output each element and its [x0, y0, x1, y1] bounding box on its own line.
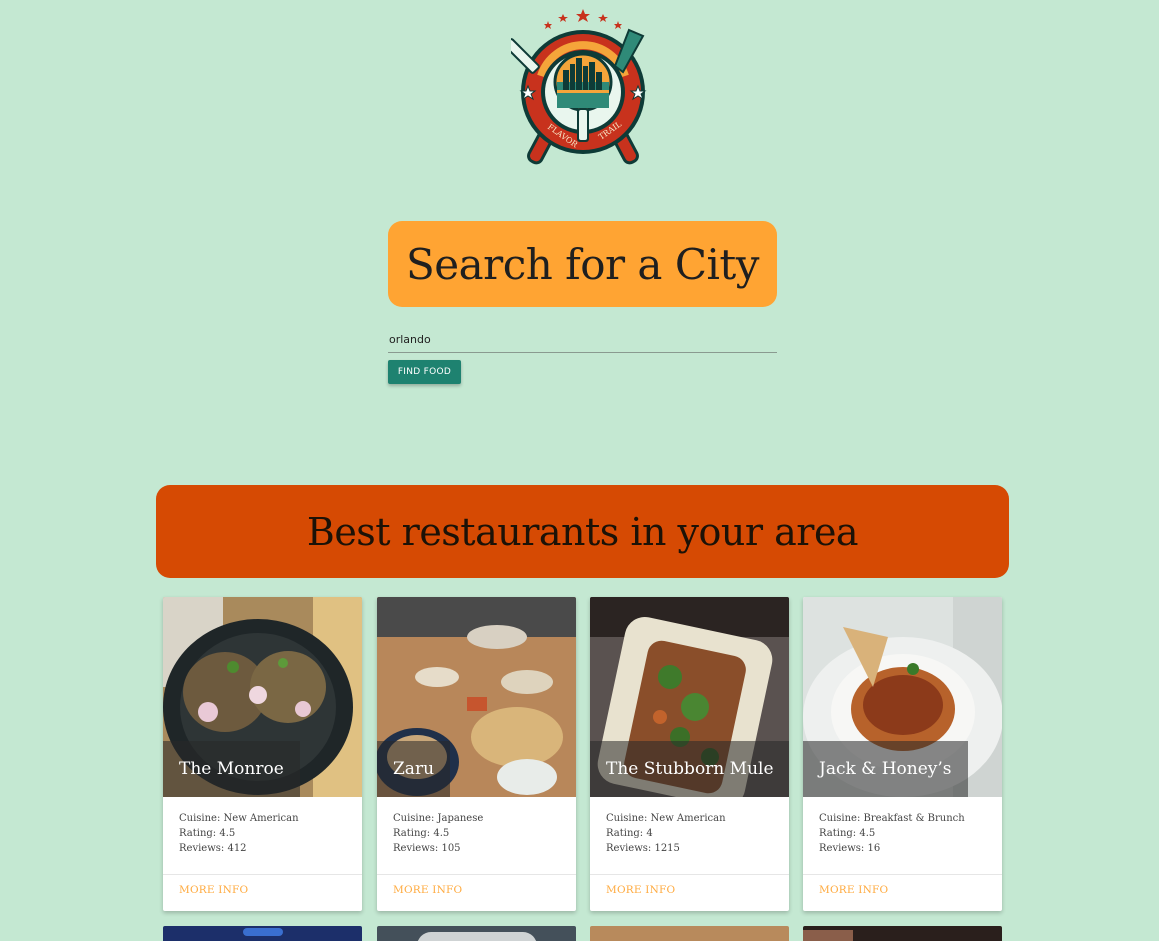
- more-info-link[interactable]: MORE INFO: [393, 884, 462, 896]
- restaurant-cuisine: Cuisine: Breakfast & Brunch: [819, 813, 965, 824]
- restaurant-details: Cuisine: New American Rating: 4 Reviews:…: [606, 811, 726, 856]
- restaurant-rating: Rating: 4.5: [179, 828, 236, 839]
- restaurant-rating: Rating: 4: [606, 828, 653, 839]
- restaurant-details: Cuisine: New American Rating: 4.5 Review…: [179, 811, 299, 856]
- restaurant-card-peek: [590, 926, 789, 941]
- flavor-trail-logo: FLAVOR TRAIL: [504, 6, 655, 182]
- restaurant-rating: Rating: 4.5: [819, 828, 876, 839]
- restaurant-details: Cuisine: Breakfast & Brunch Rating: 4.5 …: [819, 811, 965, 856]
- restaurant-card: The Monroe Cuisine: New American Rating:…: [163, 597, 362, 911]
- restaurant-name: Zaru: [377, 741, 451, 797]
- restaurant-cuisine: Cuisine: New American: [179, 813, 299, 824]
- card-divider: [377, 874, 576, 875]
- more-info-link[interactable]: MORE INFO: [819, 884, 888, 896]
- restaurant-card-peek: [163, 926, 362, 941]
- restaurant-reviews: Reviews: 16: [819, 843, 881, 854]
- restaurant-reviews: Reviews: 412: [179, 843, 247, 854]
- card-divider: [803, 874, 1002, 875]
- more-info-link[interactable]: MORE INFO: [606, 884, 675, 896]
- section-title: Best restaurants in your area: [156, 485, 1009, 578]
- restaurant-name: The Stubborn Mule: [590, 741, 789, 797]
- restaurant-name: The Monroe: [163, 741, 300, 797]
- restaurant-details: Cuisine: Japanese Rating: 4.5 Reviews: 1…: [393, 811, 483, 856]
- restaurant-rating: Rating: 4.5: [393, 828, 450, 839]
- restaurant-card: Zaru Cuisine: Japanese Rating: 4.5 Revie…: [377, 597, 576, 911]
- search-heading: Search for a City: [388, 221, 777, 307]
- restaurant-card-peek: [803, 926, 1002, 941]
- restaurant-cuisine: Cuisine: Japanese: [393, 813, 484, 824]
- restaurant-reviews: Reviews: 105: [393, 843, 461, 854]
- restaurant-card: The Stubborn Mule Cuisine: New American …: [590, 597, 789, 911]
- card-divider: [590, 874, 789, 875]
- card-divider: [163, 874, 362, 875]
- restaurant-card: Jack & Honey’s Cuisine: Breakfast & Brun…: [803, 597, 1002, 911]
- restaurant-card-peek: [377, 926, 576, 941]
- more-info-link[interactable]: MORE INFO: [179, 884, 248, 896]
- restaurant-cuisine: Cuisine: New American: [606, 813, 726, 824]
- find-food-button[interactable]: FIND FOOD: [388, 360, 461, 384]
- restaurant-name: Jack & Honey’s: [803, 741, 968, 797]
- city-search-input[interactable]: [388, 327, 777, 353]
- restaurant-reviews: Reviews: 1215: [606, 843, 680, 854]
